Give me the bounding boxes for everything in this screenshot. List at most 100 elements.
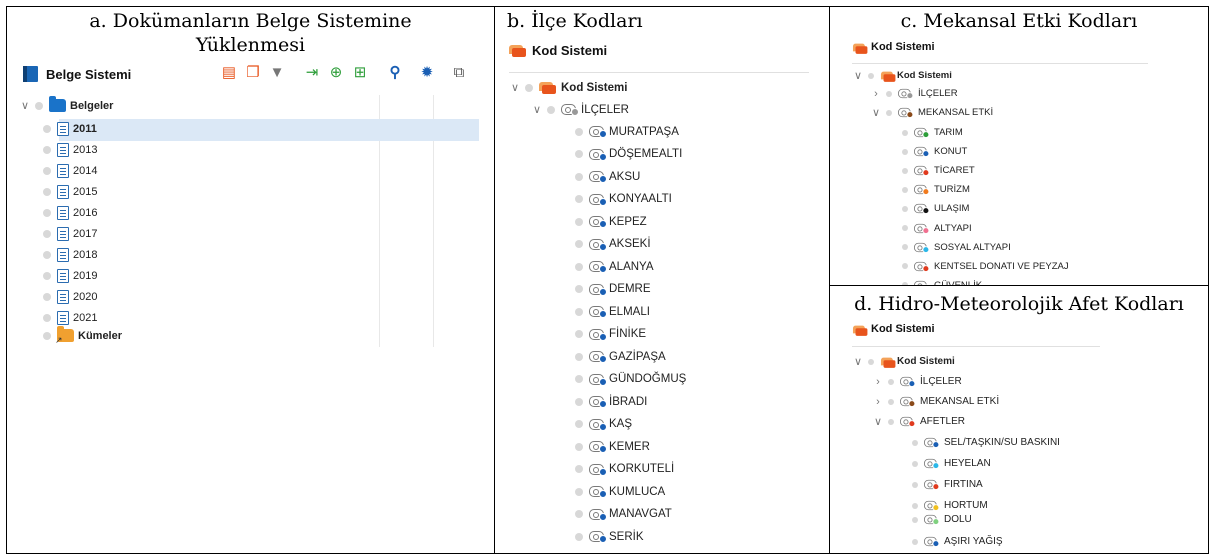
tree-group-mekansal-etki[interactable]: ∨ MEKANSAL ETKİ [870,106,993,119]
tree-item-district[interactable]: KAŞ [575,418,632,431]
code-icon [589,283,607,296]
tree-item-code[interactable]: TARIM [902,126,963,139]
bullet-icon [575,487,583,496]
panel-b-title: b. İlçe Kodları [507,10,643,32]
code-system-icon [880,71,896,82]
tree-root-belgeler[interactable]: ∨ Belgeler [19,96,113,112]
tree-item-code[interactable]: ULAŞIM [902,202,969,215]
tree-item-district[interactable]: İBRADI [575,395,647,408]
divider [852,346,1100,347]
tree-item-label: 2019 [73,270,98,282]
code-icon [589,193,607,206]
tree-item-year[interactable]: 2015 [43,185,97,199]
tree-item-year[interactable]: 2021 [43,311,97,325]
code-icon [589,508,607,521]
tree-root-kod-sistemi[interactable]: ∨ Kod Sistemi [852,69,952,82]
filter-icon[interactable]: ▼ [269,65,285,81]
tree-item-district[interactable]: AKSEKİ [575,238,651,251]
tree-item-label: AŞIRI YAĞIŞ [944,536,1003,547]
tree-item-district[interactable]: MANAVGAT [575,508,672,521]
bullet-icon [525,83,533,92]
code-icon [924,500,940,512]
add-document-icon[interactable]: ⊕ [328,65,344,81]
chevron-down-icon[interactable]: ∨ [872,415,884,428]
tree-group-afetler[interactable]: ∨ AFETLER [872,415,965,428]
chevron-down-icon[interactable]: ∨ [870,106,882,119]
clipboard-icon[interactable]: ▤ [221,65,237,81]
tree-item-district[interactable]: MURATPAŞA [575,125,679,138]
tree-item-district[interactable]: GÜNDOĞMUŞ [575,373,686,386]
code-icon [561,103,579,116]
tree-group-ilceler[interactable]: › İLÇELER [872,375,962,388]
bullet-icon [43,230,51,238]
tree-item-district[interactable]: FİNİKE [575,328,646,341]
tree-item-code[interactable]: KONUT [902,145,967,158]
search-icon[interactable]: ⚲ [387,65,403,81]
tree-item-code[interactable]: SEL/TAŞKIN/SU BASKINI [912,436,1060,449]
code-system-label: Kod Sistemi [871,323,935,335]
tree-item-district[interactable]: KEPEZ [575,215,647,228]
chevron-down-icon[interactable]: ∨ [19,99,31,112]
chevron-right-icon[interactable]: › [872,376,884,388]
tree-item-label: 2013 [73,144,98,156]
window-icon[interactable]: ⧉ [451,65,467,81]
tree-group-ilceler[interactable]: › İLÇELER [870,87,957,100]
import-icon[interactable]: ⇥ [304,65,320,81]
tree-item-label: KONUT [934,146,968,158]
tree-item-code[interactable]: ALTYAPI [902,222,972,235]
tree-item-label: HEYELAN [944,458,991,469]
tree-item-district[interactable]: KONYAALTI [575,193,672,206]
chevron-down-icon[interactable]: ∨ [509,81,521,94]
chevron-right-icon[interactable]: › [872,396,884,408]
tree-item-district[interactable]: KEMER [575,440,650,453]
tree-item-code[interactable]: HORTUM [912,499,988,512]
tree-group-mekansal-etki[interactable]: › MEKANSAL ETKİ [872,395,999,408]
tree-item-district[interactable]: ELMALI [575,305,650,318]
tree-item-district[interactable]: KORKUTELİ [575,463,674,476]
tree-item-year[interactable]: 2020 [43,290,97,304]
tree-item-code[interactable]: KENTSEL DONATI VE PEYZAJ [902,260,1069,273]
panel-document-system: a. Dokümanların Belge Sistemine Yüklenme… [6,6,495,554]
chevron-down-icon[interactable]: ∨ [852,355,864,368]
tree-item-district[interactable]: ALANYA [575,260,654,273]
chevron-right-icon[interactable]: › [870,88,882,100]
copy-icon[interactable]: ❐ [245,65,261,81]
tree-item-label: DOLU [944,514,972,525]
tree-item-code[interactable]: SOSYAL ALTYAPI [902,241,1011,254]
gear-icon[interactable]: ✹ [419,65,435,81]
tree-item-code[interactable]: FIRTINA [912,478,983,491]
tree-item-code[interactable]: TURİZM [902,183,970,196]
bullet-icon [575,465,583,473]
code-system-header: Kod Sistemi [852,41,935,54]
tree-root-kod-sistemi[interactable]: ∨ Kod Sistemi [509,81,627,94]
tree-item-label: 2014 [73,165,98,177]
tree-item-district[interactable]: KUMLUCA [575,485,665,498]
tree-item-code[interactable]: AŞIRI YAĞIŞ [912,535,1003,548]
tree-item-year[interactable]: 2013 [43,143,97,157]
tree-root-kod-sistemi[interactable]: ∨ Kod Sistemi [852,355,955,368]
bullet-icon [912,481,918,488]
add-folder-icon[interactable]: ⊞ [352,65,368,81]
tree-item-label: İBRADI [609,395,648,408]
panel-spatial-impact-codes: c. Mekansal Etki Kodları Kod Sistemi ∨ K… [829,6,1209,286]
tree-item-code[interactable]: DOLU [912,513,972,526]
tree-item-year[interactable]: 2018 [43,248,97,262]
tree-item-district[interactable]: AKSU [575,170,640,183]
tree-item-district[interactable]: DÖŞEMEALTI [575,148,682,161]
tree-item-year[interactable]: 2017 [43,227,97,241]
tree-group-ilceler[interactable]: ∨ İLÇELER [531,103,629,116]
tree-item-code[interactable]: TİCARET [902,164,975,177]
bullet-icon [43,188,51,196]
code-icon [914,165,930,177]
tree-item-district[interactable]: SERİK [575,530,644,543]
tree-item-district[interactable]: DEMRE [575,283,651,296]
tree-item-year[interactable]: 2011 [43,122,97,136]
chevron-down-icon[interactable]: ∨ [852,69,864,82]
chevron-down-icon[interactable]: ∨ [531,103,543,116]
tree-item-year[interactable]: 2014 [43,164,97,178]
tree-item-code[interactable]: HEYELAN [912,457,991,470]
tree-item-year[interactable]: 2016 [43,206,97,220]
tree-item-kumeler[interactable]: Kümeler [43,326,122,346]
tree-item-district[interactable]: GAZİPAŞA [575,350,666,363]
tree-item-year[interactable]: 2019 [43,269,97,283]
